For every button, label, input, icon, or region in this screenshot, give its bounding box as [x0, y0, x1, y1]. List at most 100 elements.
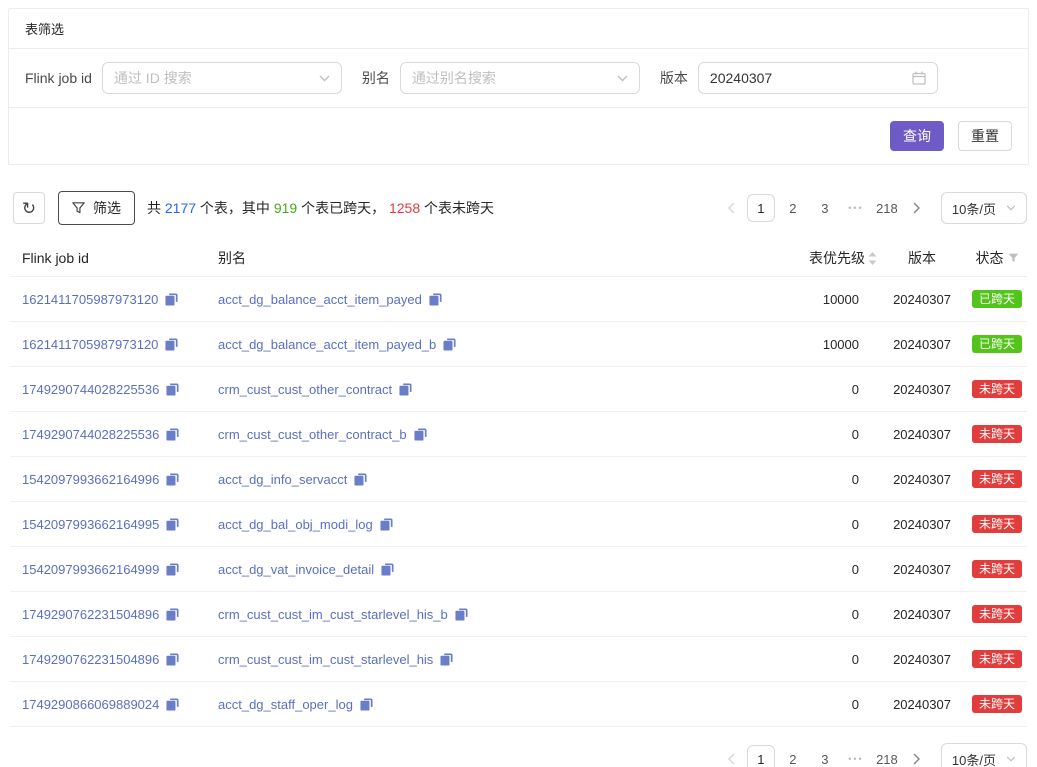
summary-text: 共 2177 个表，其中 919 个表已跨天， 1258 个表未跨天	[147, 198, 494, 218]
copy-icon[interactable]	[166, 383, 179, 396]
sort-icon[interactable]	[868, 252, 877, 265]
copy-icon[interactable]	[166, 698, 179, 711]
chevron-down-icon	[1006, 756, 1016, 762]
flink-job-id-link[interactable]: 1542097993662164996	[22, 472, 159, 487]
page: { "colors": { "primary": "#6e5bc6", "lin…	[0, 8, 1037, 767]
status-cell: 未跨天	[967, 560, 1027, 578]
copy-icon[interactable]	[165, 293, 178, 306]
flink-job-id-cell: 1749290762231504896	[22, 652, 218, 667]
column-header-flink-job-id: Flink job id	[22, 250, 218, 266]
prev-page-button[interactable]	[719, 194, 743, 222]
query-button[interactable]: 查询	[890, 121, 944, 151]
copy-icon[interactable]	[354, 473, 367, 486]
copy-icon[interactable]	[166, 428, 179, 441]
table-row: 1542097993662164996 acct_dg_info_servacc…	[10, 457, 1027, 502]
copy-icon[interactable]	[443, 338, 456, 351]
flink-job-id-cell: 1542097993662164995	[22, 517, 218, 532]
next-page-button[interactable]	[905, 194, 929, 222]
page-button-3[interactable]: 3	[811, 194, 839, 222]
copy-icon[interactable]	[166, 518, 179, 531]
page-button-last[interactable]: 218	[873, 194, 901, 222]
page-button-last[interactable]: 218	[873, 745, 901, 767]
copy-icon[interactable]	[166, 473, 179, 486]
page-ellipsis[interactable]: •••	[843, 203, 869, 213]
alias-link[interactable]: crm_cust_cust_other_contract_b	[218, 427, 407, 442]
table-row: 1749290762231504896 crm_cust_cust_im_cus…	[10, 592, 1027, 637]
flink-job-id-select[interactable]: 通过 ID 搜索	[102, 62, 342, 94]
page-size-select[interactable]: 10条/页	[941, 192, 1027, 224]
version-value: 20240307	[877, 562, 967, 577]
alias-cell: acct_dg_vat_invoice_detail	[218, 562, 717, 577]
copy-icon[interactable]	[166, 608, 179, 621]
page-size-select[interactable]: 10条/页	[941, 743, 1027, 767]
flink-job-id-link[interactable]: 1621411705987973120	[22, 337, 158, 352]
copy-icon[interactable]	[360, 698, 373, 711]
flink-job-id-cell: 1749290866069889024	[22, 697, 218, 712]
alias-cell: crm_cust_cust_im_cust_starlevel_his	[218, 652, 717, 667]
alias-link[interactable]: acct_dg_vat_invoice_detail	[218, 562, 374, 577]
copy-icon[interactable]	[455, 608, 468, 621]
flink-job-id-link[interactable]: 1749290866069889024	[22, 697, 159, 712]
flink-job-id-link[interactable]: 1542097993662164995	[22, 517, 159, 532]
alias-cell: acct_dg_balance_acct_item_payed	[218, 292, 717, 307]
status-cell: 未跨天	[967, 605, 1027, 623]
alias-select[interactable]: 通过别名搜索	[400, 62, 640, 94]
priority-value: 0	[717, 697, 877, 712]
version-date-input[interactable]: 20240307	[698, 62, 938, 94]
page-button-3[interactable]: 3	[811, 745, 839, 767]
alias-cell: crm_cust_cust_other_contract_b	[218, 427, 717, 442]
status-header-label: 状态	[976, 248, 1004, 268]
flink-job-id-link[interactable]: 1542097993662164999	[22, 562, 159, 577]
page-button-2[interactable]: 2	[779, 745, 807, 767]
copy-icon[interactable]	[166, 563, 179, 576]
copy-icon[interactable]	[440, 653, 453, 666]
results-table: Flink job id 别名 表优先级 版本 状态 1621411705987…	[10, 240, 1027, 727]
copy-icon[interactable]	[414, 428, 427, 441]
flink-job-id-link[interactable]: 1749290744028225536	[22, 427, 159, 442]
flink-job-id-link[interactable]: 1749290762231504896	[22, 652, 159, 667]
alias-link[interactable]: crm_cust_cust_im_cust_starlevel_his_b	[218, 607, 448, 622]
table-row: 1621411705987973120 acct_dg_balance_acct…	[10, 277, 1027, 322]
next-page-button[interactable]	[905, 745, 929, 767]
page-button-2[interactable]: 2	[779, 194, 807, 222]
alias-cell: acct_dg_staff_oper_log	[218, 697, 717, 712]
prev-page-button[interactable]	[719, 745, 743, 767]
filter-toggle-label: 筛选	[93, 198, 121, 218]
copy-icon[interactable]	[399, 383, 412, 396]
status-cell: 未跨天	[967, 515, 1027, 533]
alias-link[interactable]: acct_dg_balance_acct_item_payed	[218, 292, 422, 307]
copy-icon[interactable]	[165, 338, 178, 351]
page-button-1[interactable]: 1	[747, 194, 775, 222]
copy-icon[interactable]	[166, 653, 179, 666]
status-badge: 未跨天	[972, 515, 1022, 533]
copy-icon[interactable]	[380, 518, 393, 531]
alias-link[interactable]: acct_dg_balance_acct_item_payed_b	[218, 337, 436, 352]
filter-toggle-button[interactable]: 筛选	[58, 191, 135, 225]
version-label: 版本	[660, 68, 688, 88]
copy-icon[interactable]	[429, 293, 442, 306]
status-badge: 未跨天	[972, 560, 1022, 578]
flink-job-id-link[interactable]: 1749290744028225536	[22, 382, 159, 397]
alias-link[interactable]: acct_dg_staff_oper_log	[218, 697, 353, 712]
filter-funnel-icon[interactable]	[1008, 253, 1019, 263]
priority-value: 10000	[717, 337, 877, 352]
version-header-label: 版本	[908, 248, 936, 268]
alias-link[interactable]: acct_dg_bal_obj_modi_log	[218, 517, 373, 532]
alias-cell: acct_dg_bal_obj_modi_log	[218, 517, 717, 532]
version-value: 20240307	[877, 607, 967, 622]
flink-job-id-link[interactable]: 1621411705987973120	[22, 292, 158, 307]
alias-link[interactable]: crm_cust_cust_im_cust_starlevel_his	[218, 652, 433, 667]
status-badge: 未跨天	[972, 650, 1022, 668]
flink-job-id-link[interactable]: 1749290762231504896	[22, 607, 159, 622]
funnel-icon	[72, 202, 85, 214]
page-ellipsis[interactable]: •••	[843, 754, 869, 764]
page-button-1[interactable]: 1	[747, 745, 775, 767]
summary-part: 个表，其中	[196, 200, 274, 216]
column-header-priority: 表优先级	[717, 248, 877, 268]
status-cell: 未跨天	[967, 470, 1027, 488]
copy-icon[interactable]	[381, 563, 394, 576]
alias-link[interactable]: acct_dg_info_servacct	[218, 472, 347, 487]
refresh-button[interactable]: ↻	[13, 192, 45, 224]
reset-button[interactable]: 重置	[958, 121, 1012, 151]
alias-link[interactable]: crm_cust_cust_other_contract	[218, 382, 392, 397]
